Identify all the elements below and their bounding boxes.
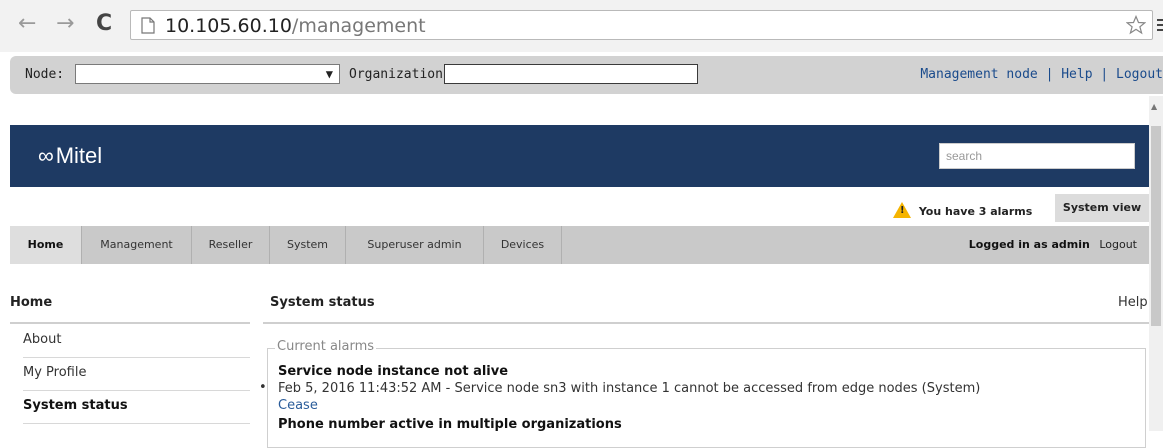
logout-link[interactable]: Logout [1116, 67, 1163, 82]
alarm-description: Feb 5, 2016 11:43:52 AM - Service node s… [278, 381, 981, 396]
menu-icon[interactable] [1157, 18, 1163, 32]
organization-input[interactable] [444, 64, 698, 84]
link-separator: | [1045, 67, 1054, 82]
help-link[interactable]: Help [1061, 67, 1092, 82]
system-view-tab[interactable]: System view [1055, 194, 1149, 222]
cease-link[interactable]: Cease [278, 398, 318, 413]
alarm-title: Service node instance not alive [278, 364, 509, 379]
scrollbar-thumb[interactable] [1151, 126, 1161, 326]
search-placeholder: search [946, 149, 983, 163]
alarm-notice[interactable]: ! You have 3 alarms [893, 199, 1032, 218]
tab-system[interactable]: System [270, 226, 346, 264]
mitel-logo: ∞Mitel [38, 143, 102, 169]
mitel-logo-icon: ∞ [38, 143, 54, 168]
management-bar: Node: ▼ Organization: Management node | … [10, 56, 1163, 94]
bookmark-star-icon[interactable] [1126, 15, 1146, 35]
left-nav-item-my-profile[interactable]: My Profile [23, 358, 250, 391]
forward-arrow-icon[interactable]: → [56, 12, 74, 36]
scrollbar[interactable]: ▲ [1149, 96, 1163, 431]
url-host: 10.105.60.10 [165, 15, 292, 37]
back-arrow-icon[interactable]: ← [18, 12, 36, 36]
left-nav-title: Home [10, 295, 53, 310]
help-link-main[interactable]: Help [1118, 295, 1148, 310]
scroll-up-icon[interactable]: ▲ [1151, 102, 1157, 111]
link-separator: | [1100, 67, 1109, 82]
browser-toolbar: ← → C 10.105.60.10/management [0, 0, 1163, 52]
management-links: Management node | Help | Logout [920, 67, 1163, 82]
alarms-text: You have 3 alarms [918, 205, 1033, 218]
left-nav-item-about[interactable]: About [23, 325, 250, 358]
left-nav-item-system-status[interactable]: System status [23, 391, 250, 424]
divider [263, 322, 1149, 324]
current-alarms-legend: Current alarms [275, 339, 377, 354]
logged-in-text: Logged in as admin [968, 238, 1090, 251]
node-select[interactable]: ▼ [75, 64, 340, 84]
logo-text: Mitel [55, 143, 103, 168]
divider [10, 322, 250, 324]
warning-icon: ! [893, 202, 911, 218]
tab-devices[interactable]: Devices [484, 226, 562, 264]
page-title: System status [270, 295, 375, 310]
current-alarms-panel [267, 348, 1146, 448]
list-bullet: • [259, 380, 267, 395]
alarm-title: Phone number active in multiple organiza… [278, 417, 622, 432]
user-status: Logged in as admin Logout [969, 226, 1137, 264]
address-bar[interactable]: 10.105.60.10/management [130, 10, 1153, 40]
search-input[interactable]: search [939, 143, 1135, 169]
logout-button[interactable]: Logout [1099, 238, 1137, 251]
dropdown-arrow-icon: ▼ [325, 67, 333, 81]
url-text: 10.105.60.10/management [165, 15, 426, 37]
url-path: /management [291, 15, 426, 37]
main-nav: Home Management Reseller System Superuse… [10, 226, 1149, 264]
tab-reseller[interactable]: Reseller [192, 226, 270, 264]
tab-management[interactable]: Management [82, 226, 192, 264]
tab-home[interactable]: Home [10, 226, 82, 264]
app-header: ∞Mitel search [10, 125, 1149, 187]
tab-superuser-admin[interactable]: Superuser admin [346, 226, 484, 264]
reload-icon[interactable]: C [96, 12, 112, 36]
page-icon [141, 17, 155, 34]
management-node-link[interactable]: Management node [920, 67, 1037, 82]
node-label: Node: [25, 67, 65, 82]
organization-label: Organization: [349, 67, 451, 82]
